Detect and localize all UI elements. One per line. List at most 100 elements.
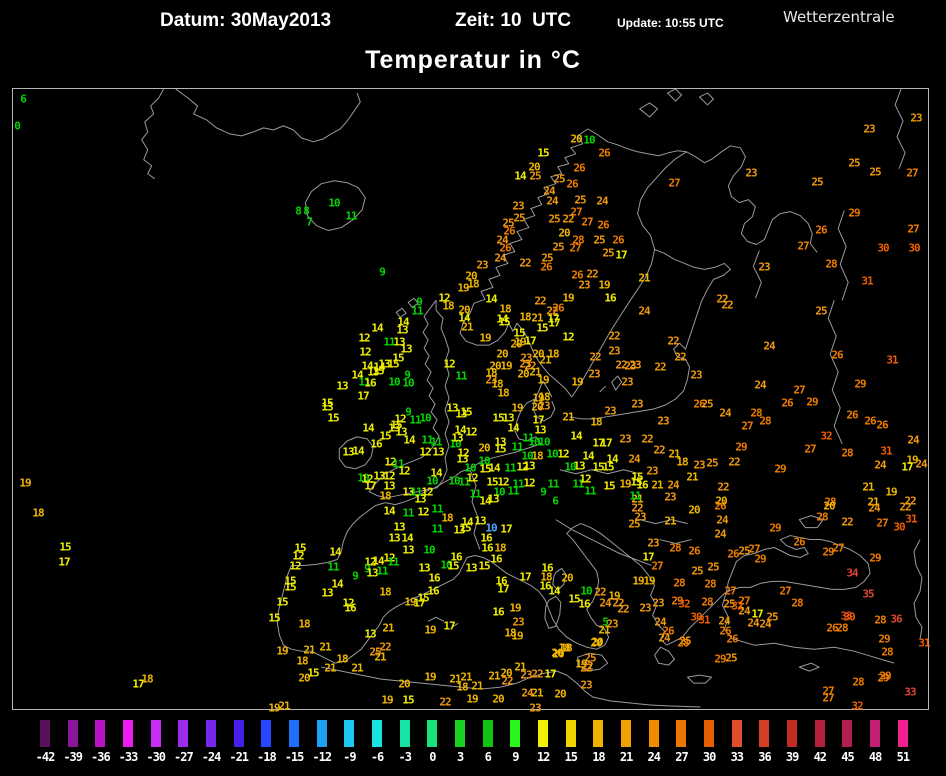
station-temp: 18: [590, 415, 602, 429]
station-temp: 29: [848, 206, 860, 220]
station-temp: 23: [758, 260, 770, 274]
scale-label: 42: [813, 750, 827, 764]
station-temp: 20: [823, 499, 835, 513]
scale-label: 36: [758, 750, 771, 764]
scale-swatch: [593, 720, 604, 747]
scale-label: 0: [429, 750, 436, 764]
scale-item: 21: [613, 720, 639, 772]
update-time-label: Update: 10:55 UTC: [617, 16, 724, 30]
station-temp: 20: [517, 367, 529, 381]
station-temp: 24: [719, 406, 731, 420]
station-temp: 25: [628, 517, 640, 531]
scale-item: -42: [32, 720, 58, 772]
station-temp: 28: [874, 613, 886, 627]
station-temp: 27: [793, 383, 805, 397]
station-temp: 23: [538, 399, 550, 413]
scale-swatch: [123, 720, 134, 747]
station-temp: 23: [619, 432, 631, 446]
station-temp: 23: [512, 199, 524, 213]
scale-item: -18: [253, 720, 279, 772]
scale-label: 3: [456, 750, 464, 764]
station-temp: 12: [417, 505, 429, 519]
scale-item: -24: [198, 720, 224, 772]
station-temp: 20: [561, 571, 573, 585]
station-temp: 30: [908, 241, 920, 255]
station-temp: 31: [886, 353, 898, 367]
scale-swatch: [233, 720, 244, 747]
station-temp: 18: [519, 310, 531, 324]
scale-swatch: [344, 720, 355, 747]
scale-swatch: [759, 720, 770, 747]
station-temp: 21: [488, 669, 500, 683]
station-temp: 10: [538, 435, 550, 449]
station-temp: 19: [571, 375, 583, 389]
scale-swatch: [206, 720, 217, 747]
station-temp: 13: [396, 323, 408, 337]
station-temp: 19: [562, 291, 574, 305]
station-temp: 24: [915, 457, 927, 471]
station-temp: 24: [754, 378, 766, 392]
station-temp: 14: [488, 461, 500, 475]
station-temp: 28: [673, 576, 685, 590]
station-temp: 19: [479, 331, 491, 345]
station-temp: 27: [804, 442, 816, 456]
station-temp: 28: [669, 541, 681, 555]
station-temp: 26: [846, 408, 858, 422]
station-temp: 15: [417, 591, 429, 605]
station-temp: 15: [630, 475, 642, 489]
station-temp: 22: [641, 432, 653, 446]
station-temp: 15: [460, 405, 472, 419]
station-temp: 11: [629, 489, 641, 503]
station-temp: 21: [638, 271, 650, 285]
station-temp: 27: [906, 166, 918, 180]
station-temp: 22: [653, 443, 665, 457]
station-temp: 17: [548, 316, 560, 330]
station-temp: 23: [745, 166, 757, 180]
station-temp: 23: [631, 397, 643, 411]
station-temp: 23: [588, 367, 600, 381]
station-temp: 29: [769, 521, 781, 535]
scale-item: -21: [226, 720, 252, 772]
station-temp: 15: [459, 521, 471, 535]
station-temp: 19: [466, 692, 478, 706]
station-temp: 16: [364, 376, 376, 390]
station-temp: 17: [600, 436, 612, 450]
station-temp: 14: [329, 545, 341, 559]
station-temp: 13: [534, 423, 546, 437]
scale-label: 6: [484, 750, 492, 764]
station-temp: 21: [278, 699, 290, 713]
station-temp: 24: [494, 251, 506, 265]
scale-swatch: [842, 720, 853, 747]
station-temp: 25: [707, 560, 719, 574]
station-temp: 12: [466, 471, 478, 485]
station-temp: 17: [500, 522, 512, 536]
station-temp: 13: [321, 400, 333, 414]
station-temp: 24: [628, 452, 640, 466]
station-temp: 11: [409, 413, 421, 427]
station-temp: 23: [690, 368, 702, 382]
station-temp: 21: [686, 470, 698, 484]
station-temp: 15: [284, 580, 296, 594]
color-scale: -42 -39 -36 -33 -30 -27 -24 -21 -18 -15 -12 -9 -6 -3 0…: [32, 720, 916, 772]
station-temp: 17: [524, 334, 536, 348]
scale-swatch: [150, 720, 161, 747]
station-temp: 25: [815, 304, 827, 318]
station-temp: 36: [890, 612, 902, 626]
station-temp: 31: [698, 613, 710, 627]
station-temp: 27: [581, 215, 593, 229]
station-temp: 12: [289, 559, 301, 573]
station-temp: 19: [537, 373, 549, 387]
station-temp: 25: [706, 456, 718, 470]
station-temp: 25: [869, 165, 881, 179]
station-temp: 10: [388, 375, 400, 389]
station-temp: 11: [431, 522, 443, 536]
station-temp: 23: [578, 278, 590, 292]
scale-item: -33: [115, 720, 141, 772]
station-temp: 26: [612, 233, 624, 247]
station-temp: 20: [492, 692, 504, 706]
station-temp: 12: [398, 464, 410, 478]
station-temp: 10: [478, 454, 490, 468]
station-temp: 29: [854, 377, 866, 391]
station-temp: 15: [537, 146, 549, 160]
station-temp: 11: [430, 435, 442, 449]
